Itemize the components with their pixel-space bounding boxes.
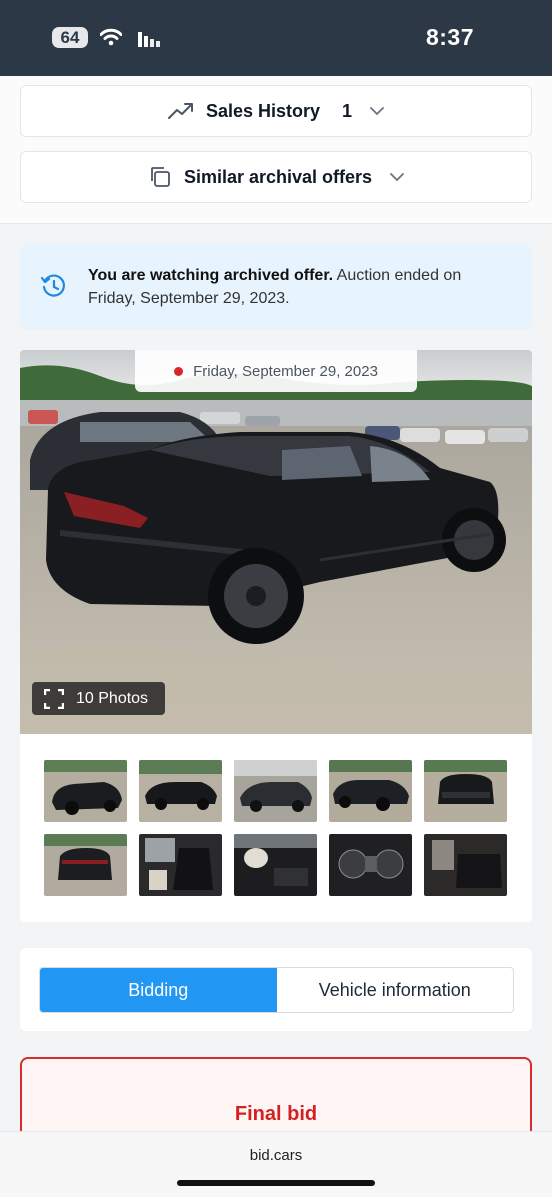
thumbnail-rear-quarter[interactable] — [44, 760, 127, 822]
status-bar: 64 8:37 — [0, 0, 552, 76]
auction-date-chip: Friday, September 29, 2023 — [135, 350, 417, 392]
thumbnail-front[interactable] — [424, 760, 507, 822]
signal-icon — [138, 32, 160, 47]
trending-up-icon — [167, 102, 194, 120]
thumbnail-rear-seat[interactable] — [424, 834, 507, 896]
home-indicator[interactable] — [177, 1180, 375, 1186]
notice-bold-text: You are watching archived offer. — [88, 267, 334, 284]
history-icon — [40, 272, 68, 305]
tab-vehicle-information[interactable]: Vehicle information — [277, 968, 514, 1012]
final-bid-card: Final bid — [20, 1057, 532, 1131]
page-content: Sales History 1 Similar archival offers … — [0, 76, 552, 1131]
battery-indicator: 64 — [52, 27, 88, 48]
photos-count-label: 10 Photos — [76, 689, 149, 707]
url-text: bid.cars — [249, 1147, 303, 1164]
thumbnail-rear[interactable] — [44, 834, 127, 896]
chevron-down-icon — [390, 172, 404, 182]
thumbnail-side-wet[interactable] — [234, 760, 317, 822]
tab-bar: Bidding Vehicle information — [39, 967, 514, 1013]
browser-url-bar[interactable]: bid.cars — [0, 1131, 552, 1197]
wifi-icon — [100, 28, 122, 46]
sales-history-toggle[interactable]: Sales History 1 — [20, 85, 532, 137]
tab-bidding[interactable]: Bidding — [40, 968, 277, 1012]
main-vehicle-photo[interactable] — [20, 350, 532, 734]
photos-count-button[interactable]: 10 Photos — [32, 682, 165, 715]
history-panel: Sales History 1 Similar archival offers — [0, 76, 552, 224]
thumbnail-gauges[interactable] — [329, 834, 412, 896]
auction-date: Friday, September 29, 2023 — [193, 362, 378, 380]
fullscreen-icon — [44, 688, 64, 709]
copy-icon — [148, 165, 172, 189]
thumbnail-side-lot[interactable] — [139, 760, 222, 822]
thumbnail-interior-front[interactable] — [139, 834, 222, 896]
status-dot-icon — [174, 366, 184, 376]
tabs-panel: Bidding Vehicle information — [20, 948, 532, 1031]
final-bid-label: Final bid — [234, 1103, 318, 1125]
sales-history-count: 1 — [342, 100, 353, 121]
similar-offers-label: Similar archival offers — [183, 166, 373, 187]
photo-gallery: Friday, September 29, 2023 10 Photos — [20, 350, 532, 922]
sales-history-label: Sales History — [205, 100, 321, 121]
chevron-down-icon — [370, 106, 384, 116]
thumbnail-front-quarter[interactable] — [329, 760, 412, 822]
similar-offers-toggle[interactable]: Similar archival offers — [20, 151, 532, 203]
archived-notice: You are watching archived offer. Auction… — [20, 244, 532, 330]
clock: 8:37 — [425, 24, 474, 50]
thumbnail-dash-airbag[interactable] — [234, 834, 317, 896]
notice-message: You are watching archived offer. Auction… — [88, 264, 508, 310]
